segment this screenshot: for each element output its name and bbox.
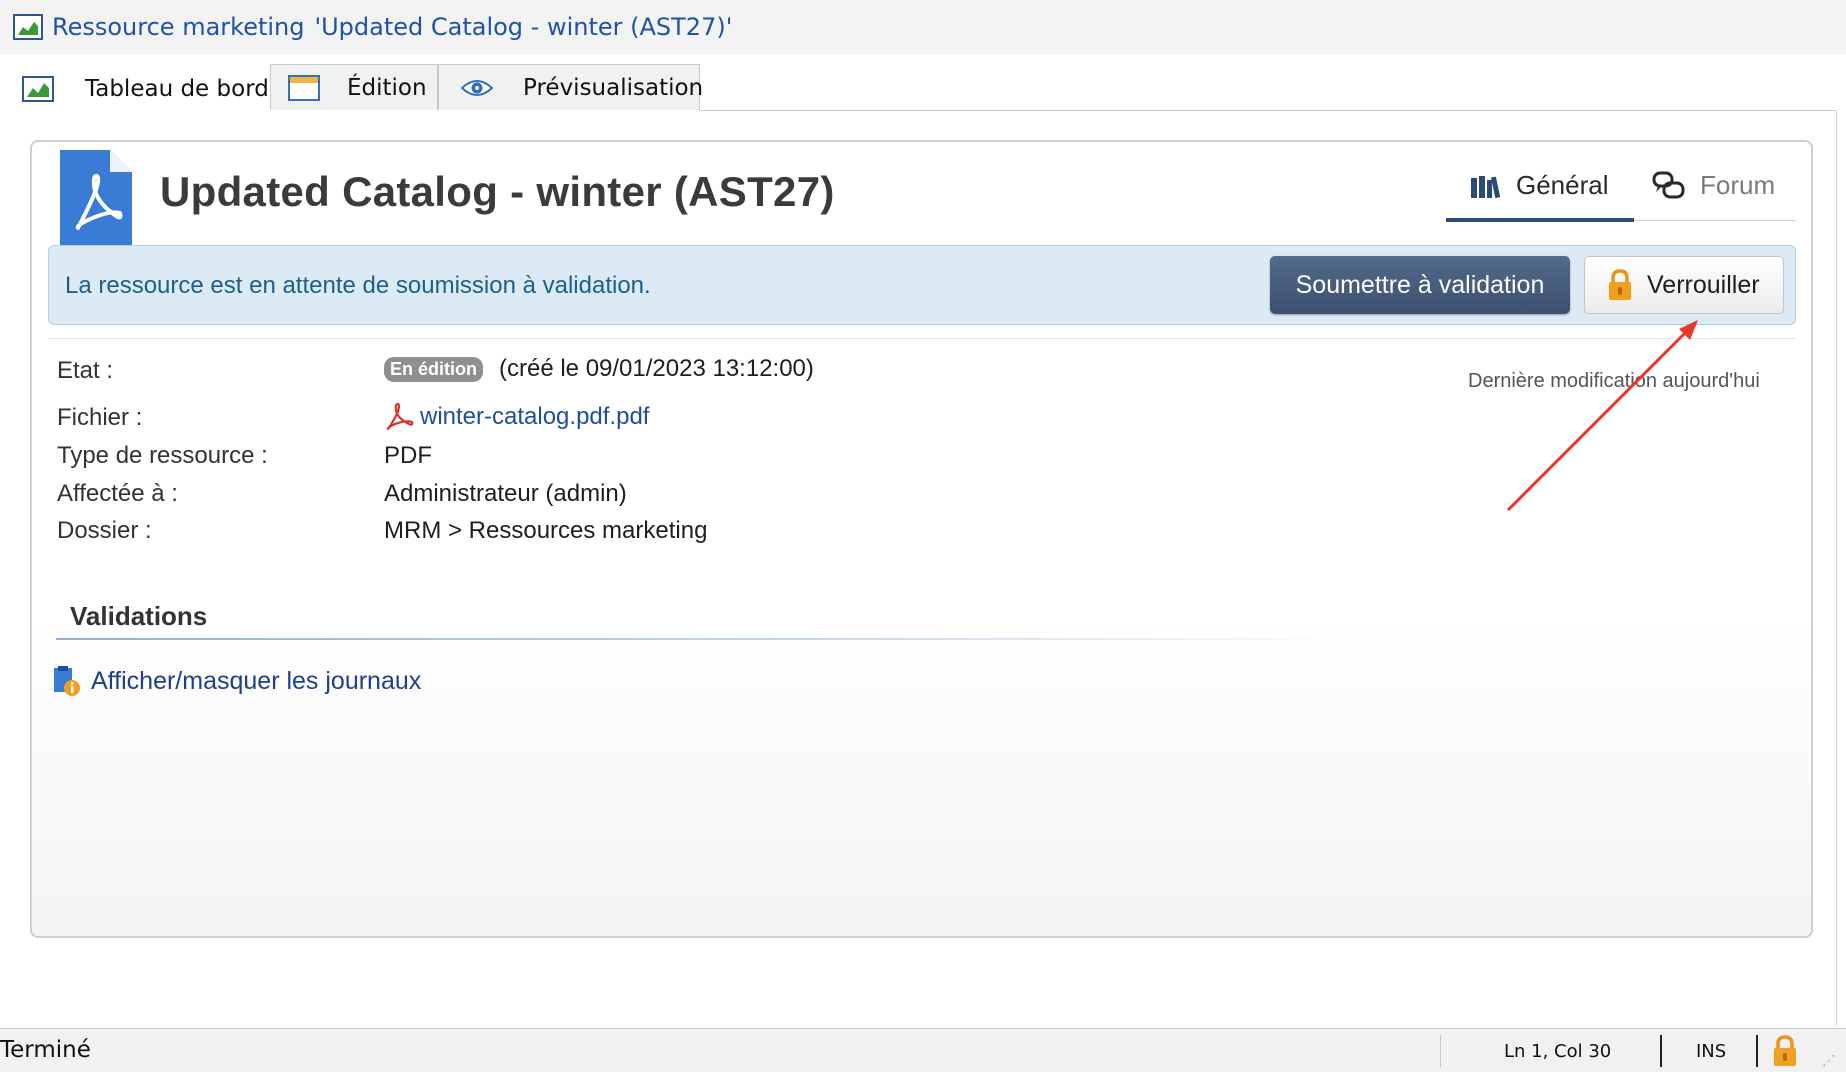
- file-value: winter-catalog.pdf.pdf: [384, 402, 649, 432]
- lock-button[interactable]: Verrouiller: [1584, 256, 1784, 314]
- window-title: Ressource marketing 'Updated Catalog - wi…: [52, 13, 732, 41]
- tab-dashboard-label: Tableau de bord: [85, 75, 269, 102]
- status-separator: [1440, 1035, 1441, 1067]
- folder-value: MRM > Ressources marketing: [384, 517, 708, 544]
- status-text: Terminé: [0, 1037, 91, 1063]
- tab-general[interactable]: Général: [1470, 170, 1609, 201]
- tab-preview-label: Prévisualisation: [523, 74, 704, 101]
- tab-general-label: Général: [1516, 170, 1609, 200]
- window-title-resource: 'Updated Catalog - winter (AST27)': [314, 13, 733, 41]
- submit-for-validation-button[interactable]: Soumettre à validation: [1270, 256, 1570, 314]
- pdf-file-icon: [384, 402, 414, 432]
- toggle-logs-link[interactable]: Afficher/masquer les journaux: [53, 665, 421, 697]
- edit-window-icon: [287, 73, 321, 103]
- tab-general-underline: [1446, 218, 1634, 222]
- assigned-to-label: Affectée à :: [57, 480, 178, 507]
- assigned-to-value: Administrateur (admin): [384, 480, 627, 507]
- file-link[interactable]: winter-catalog.pdf.pdf: [420, 403, 649, 431]
- pdf-document-icon: [60, 150, 132, 245]
- tab-edit-label: Édition: [347, 74, 427, 101]
- state-label: Etat :: [57, 357, 114, 384]
- lock-button-label: Verrouiller: [1647, 270, 1760, 299]
- tab-preview[interactable]: Prévisualisation: [438, 64, 704, 110]
- main-tabs: Tableau de bord Édition Prévisualisation: [0, 64, 704, 112]
- status-badge: En édition: [384, 356, 483, 382]
- status-separator: [1660, 1035, 1662, 1067]
- validations-heading: Validations: [70, 601, 208, 631]
- padlock-icon: [1607, 269, 1633, 301]
- last-modified-text: Dernière modification aujourd'hui: [1468, 370, 1760, 392]
- separator: [48, 338, 1796, 339]
- folder-label: Dossier :: [57, 517, 152, 544]
- resource-type-label: Type de ressource :: [57, 442, 268, 469]
- insert-mode: INS: [1696, 1041, 1727, 1062]
- tab-dashboard[interactable]: Tableau de bord: [0, 64, 270, 112]
- library-books-icon: [1470, 173, 1502, 199]
- forum-chat-icon: [1652, 171, 1686, 201]
- tab-edit[interactable]: Édition: [270, 64, 438, 110]
- toggle-logs-label: Afficher/masquer les journaux: [91, 666, 422, 695]
- status-banner-message: La ressource est en attente de soumissio…: [65, 272, 651, 299]
- status-separator: [1756, 1035, 1758, 1067]
- dashboard-app-icon: [13, 14, 43, 40]
- status-bar: Terminé Ln 1, Col 30 INS ⋰: [0, 1028, 1846, 1072]
- padlock-icon: [1772, 1035, 1798, 1067]
- resize-grip-icon[interactable]: ⋰: [1822, 1053, 1836, 1069]
- cursor-position: Ln 1, Col 30: [1504, 1041, 1612, 1062]
- resource-title: Updated Catalog - winter (AST27): [160, 168, 835, 215]
- log-info-icon: [53, 665, 81, 697]
- view-tabs-baseline: [1634, 220, 1796, 221]
- tab-forum[interactable]: Forum: [1652, 170, 1775, 201]
- validations-divider: [56, 638, 1356, 640]
- window-title-bar: Ressource marketing 'Updated Catalog - wi…: [0, 0, 1846, 54]
- tabs-baseline: [700, 110, 1836, 111]
- window-title-prefix: Ressource marketing: [52, 13, 305, 41]
- tab-forum-label: Forum: [1700, 170, 1776, 200]
- eye-icon: [461, 73, 493, 103]
- dashboard-icon: [21, 74, 55, 104]
- state-created-date: (créé le 09/01/2023 13:12:00): [499, 355, 814, 382]
- resource-type-value: PDF: [384, 442, 432, 469]
- file-label: Fichier :: [57, 404, 143, 431]
- window-right-border: [1836, 110, 1837, 1026]
- state-value: En édition (créé le 09/01/2023 13:12:00): [384, 355, 814, 383]
